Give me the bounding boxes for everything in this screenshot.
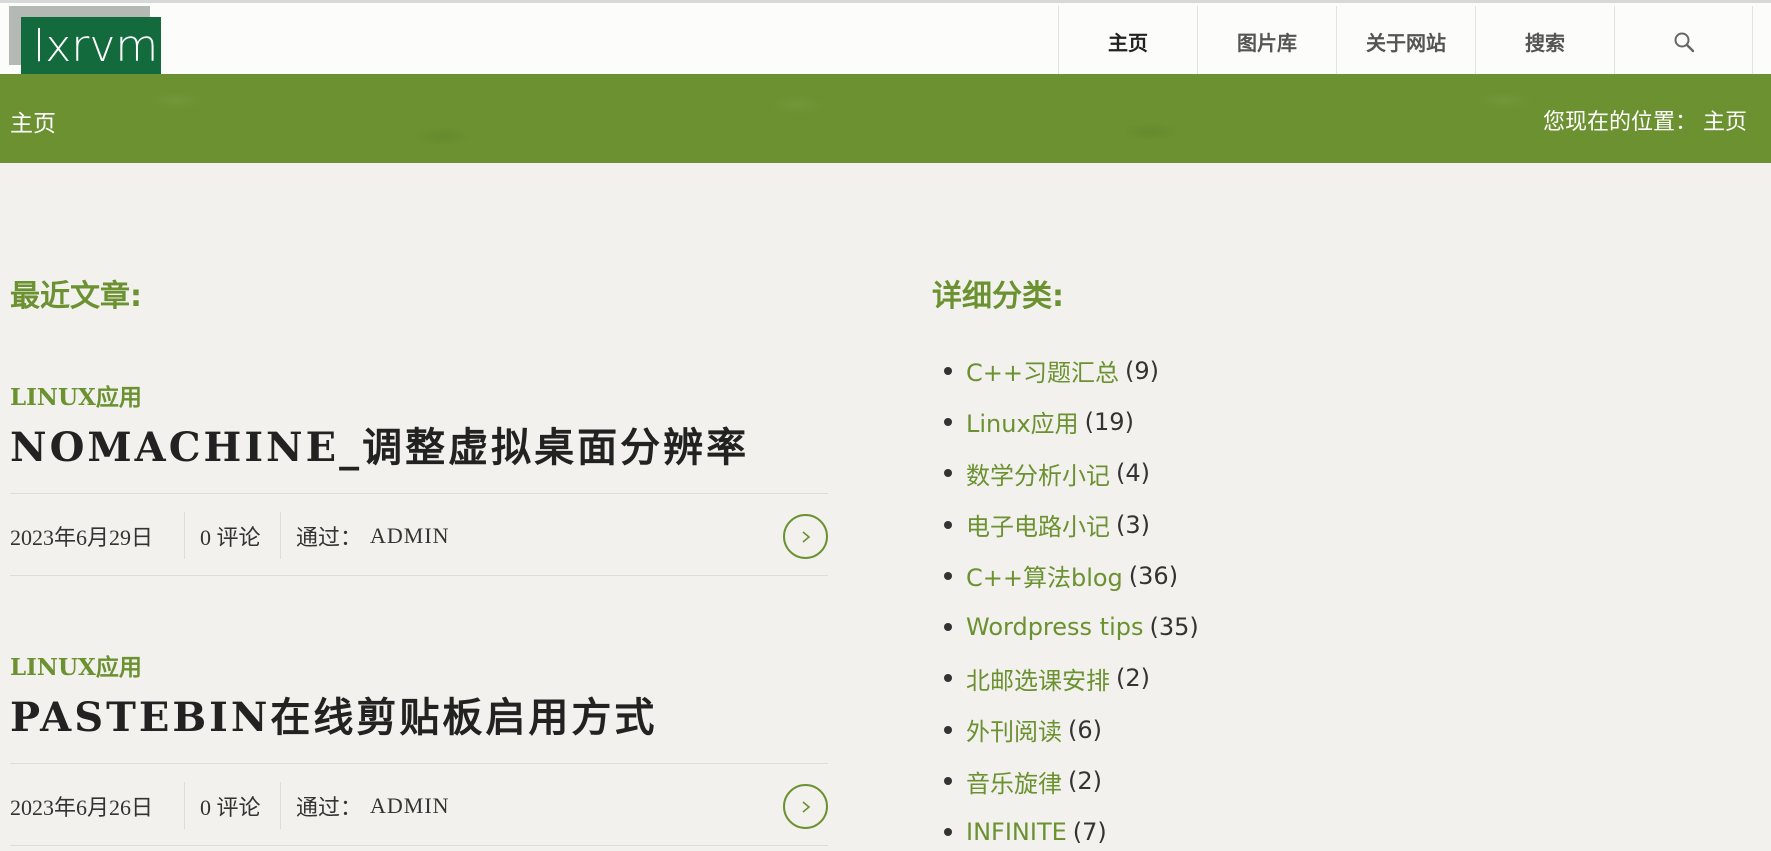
bullet	[944, 828, 952, 837]
breadcrumb-current[interactable]: 主页	[1703, 104, 1747, 136]
meta-divider	[280, 782, 281, 829]
read-more-button[interactable]	[783, 784, 828, 829]
post-date[interactable]: 2023年6月26日	[10, 764, 153, 847]
category-count: (35)	[1149, 613, 1199, 642]
category-count: (2)	[1068, 767, 1102, 796]
author-link[interactable]: ADMIN	[370, 793, 450, 819]
bullet	[944, 623, 952, 632]
site-logo[interactable]: lxrvm	[21, 17, 161, 77]
category-count: (2)	[1116, 664, 1150, 693]
page-banner: 主页 您现在的位置： 主页	[0, 74, 1771, 163]
list-item: 外刊阅读 (6)	[936, 704, 1199, 755]
post-title-link[interactable]: NOMACHINE_调整虚拟桌面分辨率	[10, 415, 749, 473]
post-meta: 2023年6月29日 0 评论 通过： ADMIN	[10, 493, 828, 576]
list-item: INFINITE (7)	[936, 807, 1199, 851]
post-title-link[interactable]: PASTEBIN在线剪贴板启用方式	[10, 685, 657, 743]
list-item: Wordpress tips (35)	[936, 601, 1199, 652]
site-header: lxrvm 主页 图片库 关于网站 搜索	[0, 0, 1771, 77]
author-prefix: 通过：	[296, 794, 363, 820]
category-count: (6)	[1068, 715, 1102, 744]
category-link[interactable]: INFINITE	[966, 818, 1067, 846]
bullet	[944, 777, 952, 786]
bullet	[944, 571, 952, 580]
nav-item-home[interactable]: 主页	[1059, 6, 1198, 77]
breadcrumb: 您现在的位置： 主页	[1543, 104, 1747, 136]
category-link[interactable]: Linux应用	[966, 404, 1079, 439]
category-count: (36)	[1128, 561, 1179, 590]
list-item: Linux应用 (19)	[936, 396, 1199, 447]
page-title: 主页	[10, 111, 56, 137]
list-item: C++算法blog (36)	[936, 550, 1199, 601]
category-link[interactable]: C++算法blog	[966, 558, 1123, 593]
category-link[interactable]: 外刊阅读	[966, 712, 1062, 747]
main-nav: 主页 图片库 关于网站 搜索	[1058, 6, 1753, 77]
nav-item-search[interactable]: 搜索	[1476, 6, 1615, 77]
bullet	[944, 417, 952, 426]
nav-search-button[interactable]	[1615, 6, 1753, 77]
post-author: 通过： ADMIN	[296, 494, 450, 577]
chevron-right-icon	[801, 800, 810, 813]
category-link[interactable]: C++习题汇总	[966, 353, 1119, 388]
post-category-link[interactable]: LINUX应用	[10, 648, 142, 682]
category-count: (7)	[1072, 818, 1107, 847]
read-more-button[interactable]	[783, 514, 828, 559]
search-icon	[1674, 32, 1694, 52]
nav-item-about[interactable]: 关于网站	[1337, 6, 1476, 77]
category-count: (9)	[1124, 356, 1159, 385]
bullet	[944, 520, 952, 529]
category-link[interactable]: Wordpress tips	[966, 613, 1143, 641]
breadcrumb-label: 您现在的位置：	[1542, 110, 1697, 135]
post-category-link[interactable]: LINUX应用	[10, 378, 142, 412]
author-prefix: 通过：	[296, 524, 363, 550]
post-date[interactable]: 2023年6月29日	[10, 494, 153, 577]
bullet	[944, 469, 952, 478]
meta-divider	[184, 782, 185, 829]
author-link[interactable]: ADMIN	[370, 523, 450, 549]
category-list: C++习题汇总 (9) Linux应用 (19) 数学分析小记 (4) 电子电路小记(…	[936, 345, 1199, 851]
meta-divider	[280, 512, 281, 559]
list-item: 北邮选课安排 (2)	[936, 653, 1199, 704]
post-author: 通过： ADMIN	[296, 764, 450, 847]
bullet	[944, 725, 952, 734]
category-link[interactable]: 音乐旋律	[966, 764, 1062, 799]
chevron-right-icon	[801, 530, 810, 543]
list-item: 数学分析小记 (4)	[936, 448, 1199, 499]
list-item: 电子电路小记 (3)	[936, 499, 1199, 550]
recent-posts-heading: 最近文章:	[10, 279, 142, 314]
category-link[interactable]: 数学分析小记	[966, 456, 1110, 491]
post-comments-link[interactable]: 0 评论	[200, 494, 261, 577]
list-item: C++习题汇总 (9)	[936, 345, 1199, 396]
meta-divider	[184, 512, 185, 559]
list-item: 音乐旋律 (2)	[936, 755, 1199, 806]
nav-item-gallery[interactable]: 图片库	[1198, 6, 1337, 77]
category-link[interactable]: 电子电路小记	[966, 507, 1110, 542]
category-link[interactable]: 北邮选课安排	[966, 661, 1110, 696]
post-comments-link[interactable]: 0 评论	[200, 764, 261, 847]
category-count: (4)	[1116, 459, 1150, 488]
post-meta: 2023年6月26日 0 评论 通过： ADMIN	[10, 763, 828, 846]
bullet	[944, 366, 952, 375]
categories-heading: 详细分类:	[932, 279, 1064, 314]
bullet	[944, 674, 952, 683]
category-count: (19)	[1084, 407, 1134, 436]
category-count: (3)	[1116, 510, 1150, 539]
